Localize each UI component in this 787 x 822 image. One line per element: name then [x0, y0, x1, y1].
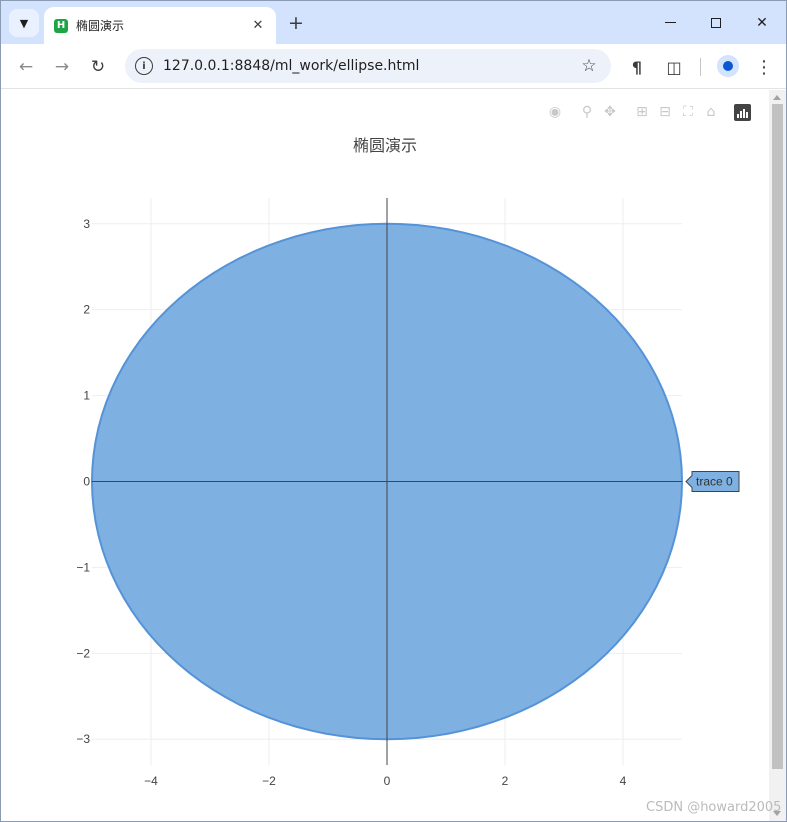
browser-window: ▼ H 椭圆演示 ✕ + ✕ ← → ↻ i 127.0.0.1:8848/ml…	[0, 0, 787, 822]
x-tick-label: 2	[502, 774, 509, 788]
chevron-down-icon: ▼	[19, 16, 29, 30]
y-tick-label: 0	[83, 475, 90, 489]
minimize-icon	[664, 22, 676, 23]
favicon-icon: H	[54, 18, 68, 33]
x-tick-label: 0	[384, 774, 391, 788]
y-tick-label: −2	[76, 646, 90, 660]
avatar-icon	[723, 61, 733, 71]
site-info-icon[interactable]: i	[135, 57, 153, 75]
browser-toolbar: ← → ↻ i 127.0.0.1:8848/ml_work/ellipse.h…	[1, 44, 786, 89]
url-text[interactable]: 127.0.0.1:8848/ml_work/ellipse.html	[163, 58, 577, 74]
ellipse-chart[interactable]: −4 −2 0 2 4 −3 −2 −1 0 1 2 3 trace 0	[1, 90, 769, 821]
maximize-button[interactable]	[693, 1, 739, 44]
tab-strip: ▼ H 椭圆演示 ✕ + ✕	[1, 1, 786, 44]
bookmark-star-icon[interactable]: ☆	[577, 56, 601, 76]
tab-active[interactable]: H 椭圆演示 ✕	[44, 7, 276, 44]
reload-button[interactable]: ↻	[84, 53, 112, 81]
scroll-up-icon[interactable]	[773, 95, 781, 100]
profile-avatar[interactable]	[717, 55, 739, 77]
y-tick-label: −1	[76, 560, 90, 574]
back-button[interactable]: ←	[12, 53, 40, 81]
extensions-puzzle-icon[interactable]: ◫	[660, 53, 688, 81]
close-icon: ✕	[756, 14, 768, 31]
minimize-button[interactable]	[647, 1, 693, 44]
scroll-thumb[interactable]	[772, 104, 783, 769]
forward-button[interactable]: →	[48, 53, 76, 81]
address-bar[interactable]: i 127.0.0.1:8848/ml_work/ellipse.html ☆	[125, 49, 611, 83]
hover-label: trace 0	[685, 471, 740, 492]
y-tick-label: 2	[83, 303, 90, 317]
maximize-icon	[711, 17, 721, 28]
paragraph-extension-icon[interactable]: ¶	[623, 53, 651, 81]
y-tick-label: 3	[83, 217, 90, 231]
page-scrollbar[interactable]	[769, 90, 786, 821]
toolbar-separator	[700, 58, 701, 76]
close-icon[interactable]: ✕	[248, 16, 268, 36]
x-tick-label: 4	[620, 774, 627, 788]
y-tick-label: −3	[76, 732, 90, 746]
y-tick-label: 1	[83, 389, 90, 403]
tab-title: 椭圆演示	[76, 19, 125, 33]
x-tick-label: −2	[262, 774, 276, 788]
x-tick-label: −4	[144, 774, 158, 788]
new-tab-button[interactable]: +	[284, 11, 308, 35]
window-close-button[interactable]: ✕	[739, 1, 785, 44]
hover-label-text: trace 0	[696, 475, 733, 489]
watermark-text: CSDN @howard2005	[646, 800, 782, 815]
menu-kebab-icon[interactable]: ⋮	[750, 53, 778, 81]
tab-search-button[interactable]: ▼	[9, 9, 39, 37]
page-content: ◉ ⚲ ✥ ⊞ ⊟ ⛶ ⌂ 椭圆演示 −4 −2 0 2 4 −3 −2 −1 0 1 2 3 tra…	[1, 90, 769, 821]
